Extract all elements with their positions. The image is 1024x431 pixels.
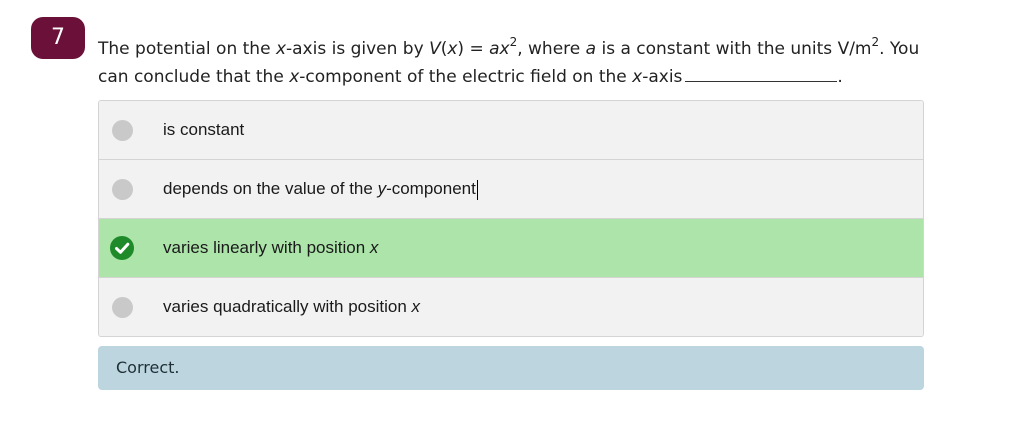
- question-var: V: [429, 39, 441, 59]
- question-var: x: [499, 39, 510, 59]
- option-label-var: y: [377, 179, 387, 198]
- option-label-var: x: [369, 238, 379, 257]
- radio-empty-icon[interactable]: [112, 179, 133, 200]
- option-label-text: depends on the value of the: [163, 179, 378, 198]
- check-circle-icon: [110, 236, 134, 260]
- question-var: x: [289, 67, 300, 87]
- question-var: x: [275, 39, 286, 59]
- option-is-constant[interactable]: is constant: [99, 101, 923, 160]
- option-label: varies quadratically with position x: [163, 278, 420, 336]
- option-label-var: x: [411, 297, 421, 316]
- radio-empty-icon[interactable]: [112, 297, 133, 318]
- feedback-text: Correct.: [116, 358, 180, 377]
- question-text-part: ) =: [457, 39, 490, 59]
- option-label: varies linearly with position x: [163, 219, 378, 277]
- option-varies-quadratically[interactable]: varies quadratically with position x: [99, 278, 923, 336]
- question-text-part: The potential on the: [98, 39, 276, 59]
- question-number-badge: 7: [31, 17, 85, 59]
- feedback-banner: Correct.: [98, 346, 924, 390]
- option-label-text: is constant: [163, 120, 245, 139]
- text-cursor: [476, 179, 478, 200]
- question-text-part: -axis: [642, 67, 683, 87]
- quiz-page: 7 The potential on the x-axis is given b…: [0, 0, 1024, 431]
- question-var: x: [632, 67, 643, 87]
- option-label-text: -component: [386, 179, 476, 198]
- radio-empty-icon[interactable]: [112, 120, 133, 141]
- question-text-part: -component of the electric field on the: [299, 67, 633, 87]
- option-varies-linearly[interactable]: varies linearly with position x: [99, 219, 923, 278]
- question-number: 7: [51, 25, 65, 50]
- option-label-text: varies linearly with position: [163, 238, 370, 257]
- option-label-text: varies quadratically with position: [163, 297, 412, 316]
- question-var: a: [489, 39, 500, 59]
- option-label: depends on the value of the y-component: [163, 160, 478, 218]
- question-exponent: 2: [871, 35, 880, 49]
- option-label: is constant: [163, 101, 244, 159]
- question-text-part: .: [837, 67, 843, 87]
- question-text-part: , where: [517, 39, 586, 59]
- question-var: x: [447, 39, 458, 59]
- question-text-part: is a constant with the units V/m: [596, 39, 872, 59]
- option-depends-on-y-component[interactable]: depends on the value of the y-component: [99, 160, 923, 219]
- question-text-part: -axis is given by: [286, 39, 430, 59]
- question-var: a: [585, 39, 597, 59]
- answer-blank: [685, 65, 838, 82]
- question-text: The potential on the x-axis is given by …: [98, 35, 928, 91]
- answer-options: is constant depends on the value of the …: [98, 100, 924, 337]
